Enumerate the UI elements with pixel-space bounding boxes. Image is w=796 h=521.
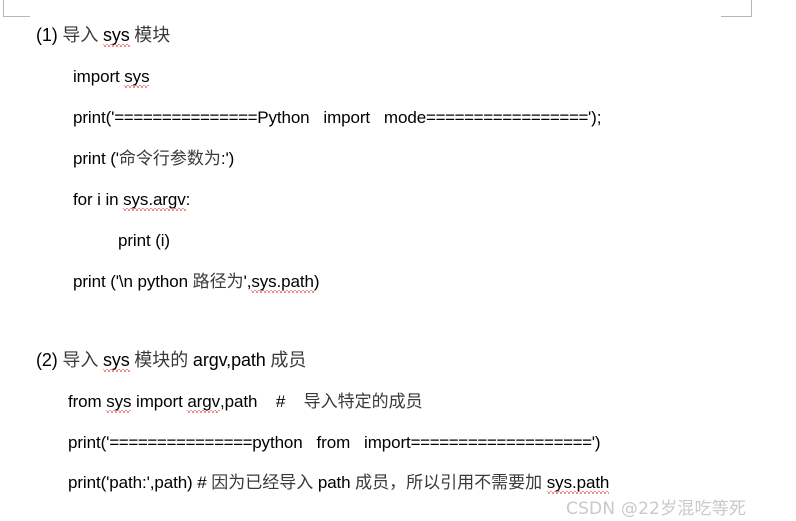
banner-gap-2: [370, 108, 384, 127]
print-latin-prefix: print (': [73, 149, 119, 168]
code-text-import: import: [73, 67, 125, 86]
code-token-sys-path-2: sys.path: [546, 473, 610, 494]
path-comment-code-mid: path: [313, 473, 356, 492]
for-keyword: for i in: [73, 190, 124, 209]
print-suffix-2: '): [591, 433, 601, 452]
comment-gap-2: [285, 392, 304, 411]
for-colon: :: [185, 190, 191, 209]
banner-word-import: import: [323, 108, 371, 127]
print-suffix: ');: [588, 108, 602, 127]
print-path-suffix: ): [313, 272, 320, 291]
path-comment-cjk-b: 成员，所以引用不需要加: [355, 473, 543, 493]
code-line-import-sys: import sys: [73, 67, 150, 88]
banner2-gap-1: [303, 433, 317, 452]
section-1-number: (1): [36, 25, 58, 45]
code-line-print-banner-2: print('===============python from import…: [68, 433, 601, 452]
code-line-print-syspath: print ('\n python 路径为',sys.path): [73, 272, 320, 293]
code-line-for-loop: for i in sys.argv:: [73, 190, 191, 211]
print-prefix-2: print(': [68, 433, 110, 452]
section-2-heading-cjk-mid: 模块的: [134, 350, 189, 371]
banner2-separator-right: ===================: [410, 433, 592, 452]
banner2-word-from: from: [316, 433, 351, 452]
section-2-heading-cjk-lead: 导入: [62, 350, 99, 371]
comment-cjk-text: 导入特定的成员: [303, 392, 423, 412]
code-token-sys-argv: sys.argv: [123, 190, 186, 211]
code-token-sys-2: sys: [106, 392, 132, 413]
code-token-sys: sys: [124, 67, 150, 88]
code-token-argv: argv: [187, 392, 220, 413]
section-2-heading-code-term-2: argv,path: [192, 350, 266, 370]
print-cjk-text: 命令行参数为: [118, 149, 221, 169]
section-2-number: (2): [36, 350, 58, 370]
code-line-from-import: from sys import argv,path # 导入特定的成员: [68, 392, 423, 413]
document-page: (1) 导入 sys 模块 import sys print('========…: [0, 0, 796, 521]
code-token-sys-path: sys.path: [251, 272, 314, 293]
section-2-heading-cjk-tail: 成员: [270, 350, 307, 371]
code-line-print-path-comment: print('path:',path) # 因为已经导入 path 成员，所以引…: [68, 473, 610, 494]
banner-separator-right: =================: [426, 108, 589, 127]
banner-separator-left: ===============: [114, 108, 258, 127]
import-keyword: import: [131, 392, 188, 411]
print-latin-suffix: :'): [220, 149, 235, 168]
csdn-watermark: CSDN @22岁混吃等死: [566, 499, 747, 519]
code-token-comma-path: ,path: [220, 392, 258, 411]
section-1-heading-cjk-lead: 导入: [62, 25, 99, 46]
banner2-word-import: import: [364, 433, 411, 452]
section-2-heading-code-term: sys: [102, 350, 130, 372]
banner2-gap-2: [350, 433, 364, 452]
print-prefix: print(': [73, 108, 115, 127]
print-path-call: print('path:',path) #: [68, 473, 212, 492]
page-margin-mark-top-left: [3, 0, 30, 17]
from-keyword: from: [68, 392, 107, 411]
section-2-heading: (2) 导入 sys 模块的 argv,path 成员: [36, 350, 307, 372]
banner-gap-1: [310, 108, 324, 127]
banner2-separator-left: ===============: [109, 433, 253, 452]
banner-word-mode: mode: [383, 108, 427, 127]
code-line-print-i: print (i): [118, 232, 170, 249]
print-path-mid: ',: [243, 272, 252, 291]
section-1-heading-code-term: sys: [102, 25, 130, 47]
section-1-heading-cjk-tail: 模块: [134, 25, 171, 46]
section-1-heading: (1) 导入 sys 模块: [36, 25, 171, 47]
page-margin-mark-top-right: [721, 0, 752, 17]
print-path-prefix: print ('\n python: [73, 272, 193, 291]
code-line-print-banner-1: print('===============Python import mode…: [73, 109, 601, 126]
path-comment-cjk-a: 因为已经导入: [211, 473, 314, 493]
print-path-cjk: 路径为: [192, 272, 244, 292]
banner2-word-python: python: [252, 433, 303, 452]
code-line-print-argv-label: print ('命令行参数为:'): [73, 150, 234, 168]
banner-word-python: Python: [257, 108, 310, 127]
print-i-text: print (i): [118, 231, 170, 250]
comment-hash: #: [275, 392, 286, 411]
comment-gap: [257, 392, 276, 411]
